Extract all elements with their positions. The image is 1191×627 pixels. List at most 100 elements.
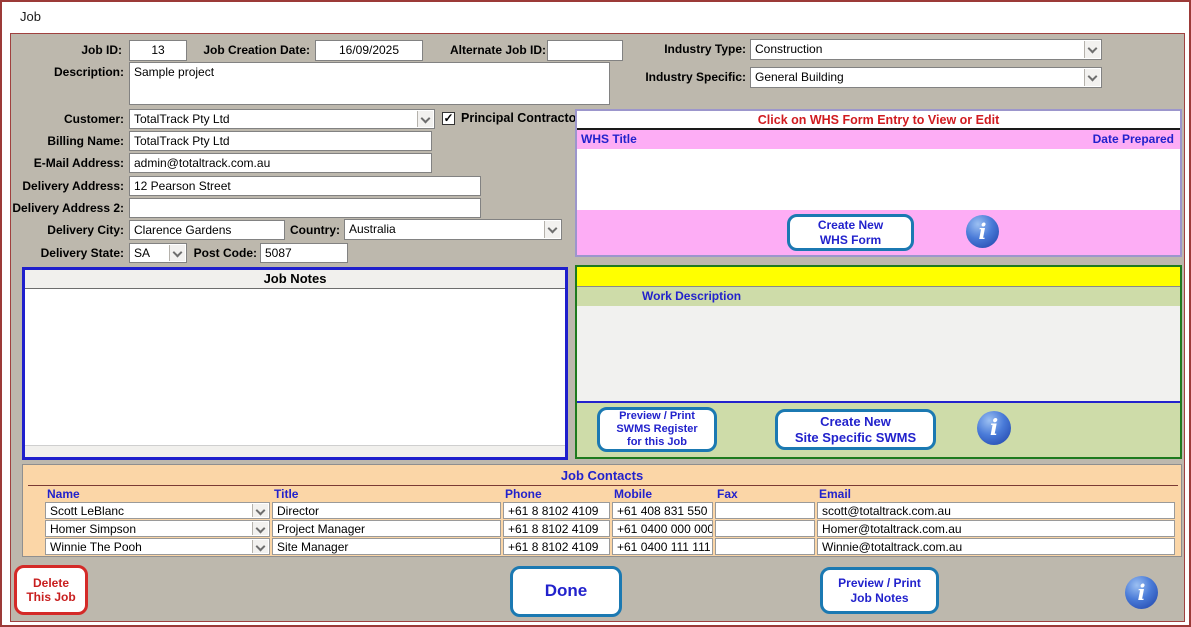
swms-yellow-bar xyxy=(577,267,1180,287)
contact-name-select[interactable]: Homer Simpson xyxy=(45,520,270,537)
contact-name-select[interactable]: Scott LeBlanc xyxy=(45,502,270,519)
swms-list[interactable] xyxy=(577,306,1180,401)
contact-email-field[interactable]: scott@totaltrack.com.au xyxy=(817,502,1175,519)
industry-type-value: Construction xyxy=(755,42,822,56)
job-notes-field[interactable] xyxy=(25,289,565,445)
job-notes-panel: Job Notes xyxy=(22,267,568,460)
customer-label: Customer: xyxy=(57,112,124,126)
contact-phone-field[interactable]: +61 8 8102 4109 xyxy=(503,538,610,555)
country-select[interactable]: Australia xyxy=(344,219,562,240)
contact-phone-field[interactable]: +61 8 8102 4109 xyxy=(503,502,610,519)
whs-title-column-label: WHS Title xyxy=(581,132,637,149)
footer-info-icon[interactable]: i xyxy=(1125,576,1158,609)
create-new-site-specific-swms-button[interactable]: Create New Site Specific SWMS xyxy=(775,409,936,450)
dropdown-arrow-icon[interactable] xyxy=(252,504,268,517)
button-line: This Job xyxy=(17,590,85,604)
contact-phone-field[interactable]: +61 8 8102 4109 xyxy=(503,520,610,537)
contact-name-select[interactable]: Winnie The Pooh xyxy=(45,538,270,555)
dropdown-arrow-icon[interactable] xyxy=(1084,69,1100,86)
contact-title-field[interactable]: Director xyxy=(272,502,501,519)
swms-panel: Work Description Preview / Print SWMS Re… xyxy=(575,265,1182,459)
industry-type-select[interactable]: Construction xyxy=(750,39,1102,60)
billing-name-label: Billing Name: xyxy=(37,134,124,148)
delivery-city-field[interactable]: Clarence Gardens xyxy=(129,220,285,240)
window-title: Job xyxy=(2,2,1189,32)
whs-panel-header: Click on WHS Form Entry to View or Edit xyxy=(577,111,1180,130)
contact-fax-field[interactable] xyxy=(715,538,815,555)
dropdown-arrow-icon[interactable] xyxy=(1084,41,1100,58)
whs-panel: Click on WHS Form Entry to View or Edit … xyxy=(575,109,1182,257)
job-notes-scroll-strip xyxy=(25,445,565,457)
contact-fax-field[interactable] xyxy=(715,502,815,519)
contacts-header-name: Name xyxy=(47,487,80,501)
contacts-header-email: Email xyxy=(819,487,851,501)
whs-panel-footer: Create New WHS Form i xyxy=(577,210,1180,255)
swms-info-icon[interactable]: i xyxy=(977,411,1011,445)
billing-name-field[interactable]: TotalTrack Pty Ltd xyxy=(129,131,432,151)
contacts-header-mobile: Mobile xyxy=(614,487,652,501)
contact-fax-field[interactable] xyxy=(715,520,815,537)
contact-mobile-field[interactable]: +61 408 831 550 xyxy=(612,502,713,519)
alternate-job-id-field[interactable] xyxy=(547,40,623,61)
button-line: Preview / Print xyxy=(600,410,714,423)
create-new-whs-form-button[interactable]: Create New WHS Form xyxy=(787,214,914,251)
principal-contractor-checkbox[interactable]: ✓ xyxy=(442,112,455,125)
contact-title-field[interactable]: Site Manager xyxy=(272,538,501,555)
whs-form-list[interactable] xyxy=(577,149,1180,210)
job-creation-date-field[interactable]: 16/09/2025 xyxy=(315,40,423,61)
delivery-state-select[interactable]: SA xyxy=(129,243,187,263)
description-field[interactable]: Sample project xyxy=(129,62,610,105)
country-label: Country: xyxy=(286,223,340,237)
job-window: Job Job ID: 13 Job Creation Date: 16/09/… xyxy=(0,0,1191,627)
dropdown-arrow-icon[interactable] xyxy=(169,245,185,261)
job-contacts-rule xyxy=(28,485,1178,486)
customer-select[interactable]: TotalTrack Pty Ltd xyxy=(129,109,435,129)
industry-specific-label: Industry Specific: xyxy=(642,70,746,84)
contact-name: Homer Simpson xyxy=(50,522,136,536)
job-id-field[interactable]: 13 xyxy=(129,40,187,61)
job-contacts-title: Job Contacts xyxy=(23,468,1181,483)
button-line: Job Notes xyxy=(823,591,936,605)
contact-mobile-field[interactable]: +61 0400 111 111 xyxy=(612,538,713,555)
preview-print-swms-register-button[interactable]: Preview / Print SWMS Register for this J… xyxy=(597,407,717,452)
delete-this-job-button[interactable]: Delete This Job xyxy=(14,565,88,615)
industry-specific-select[interactable]: General Building xyxy=(750,67,1102,88)
whs-info-icon[interactable]: i xyxy=(966,215,999,248)
delivery-address2-field[interactable] xyxy=(129,198,481,218)
delivery-address2-label: Delivery Address 2: xyxy=(7,201,124,215)
email-field[interactable]: admin@totaltrack.com.au xyxy=(129,153,432,173)
delivery-state-label: Delivery State: xyxy=(32,246,124,260)
contacts-header-title: Title xyxy=(274,487,298,501)
contact-mobile-field[interactable]: +61 0400 000 000 xyxy=(612,520,713,537)
contact-email-field[interactable]: Homer@totaltrack.com.au xyxy=(817,520,1175,537)
preview-print-job-notes-button[interactable]: Preview / Print Job Notes xyxy=(820,567,939,614)
description-label: Description: xyxy=(52,65,124,79)
principal-contractor-label: Principal Contractor xyxy=(461,111,581,125)
delivery-address-field[interactable]: 12 Pearson Street xyxy=(129,176,481,196)
button-line: Site Specific SWMS xyxy=(778,430,933,446)
contact-name: Scott LeBlanc xyxy=(50,504,124,518)
job-id-label: Job ID: xyxy=(57,43,122,57)
job-creation-date-label: Job Creation Date: xyxy=(192,43,310,57)
delivery-state-value: SA xyxy=(134,246,150,260)
industry-specific-value: General Building xyxy=(755,70,844,84)
dropdown-arrow-icon[interactable] xyxy=(252,522,268,535)
contact-title-field[interactable]: Project Manager xyxy=(272,520,501,537)
dropdown-arrow-icon[interactable] xyxy=(417,111,433,127)
swms-panel-footer: Preview / Print SWMS Register for this J… xyxy=(577,403,1180,457)
job-notes-title: Job Notes xyxy=(25,270,565,289)
work-description-column-label: Work Description xyxy=(577,287,1180,306)
button-line: WHS Form xyxy=(790,233,911,247)
button-line: for this Job xyxy=(600,436,714,449)
post-code-field[interactable]: 5087 xyxy=(260,243,348,263)
contacts-header-phone: Phone xyxy=(505,487,542,501)
job-contacts-panel: Job Contacts Name Title Phone Mobile Fax… xyxy=(22,464,1182,557)
contact-email-field[interactable]: Winnie@totaltrack.com.au xyxy=(817,538,1175,555)
post-code-label: Post Code: xyxy=(192,246,257,260)
button-line: SWMS Register xyxy=(600,423,714,436)
dropdown-arrow-icon[interactable] xyxy=(544,221,560,238)
dropdown-arrow-icon[interactable] xyxy=(252,540,268,553)
delivery-city-label: Delivery City: xyxy=(37,223,124,237)
done-button[interactable]: Done xyxy=(510,566,622,617)
industry-type-label: Industry Type: xyxy=(657,42,746,56)
